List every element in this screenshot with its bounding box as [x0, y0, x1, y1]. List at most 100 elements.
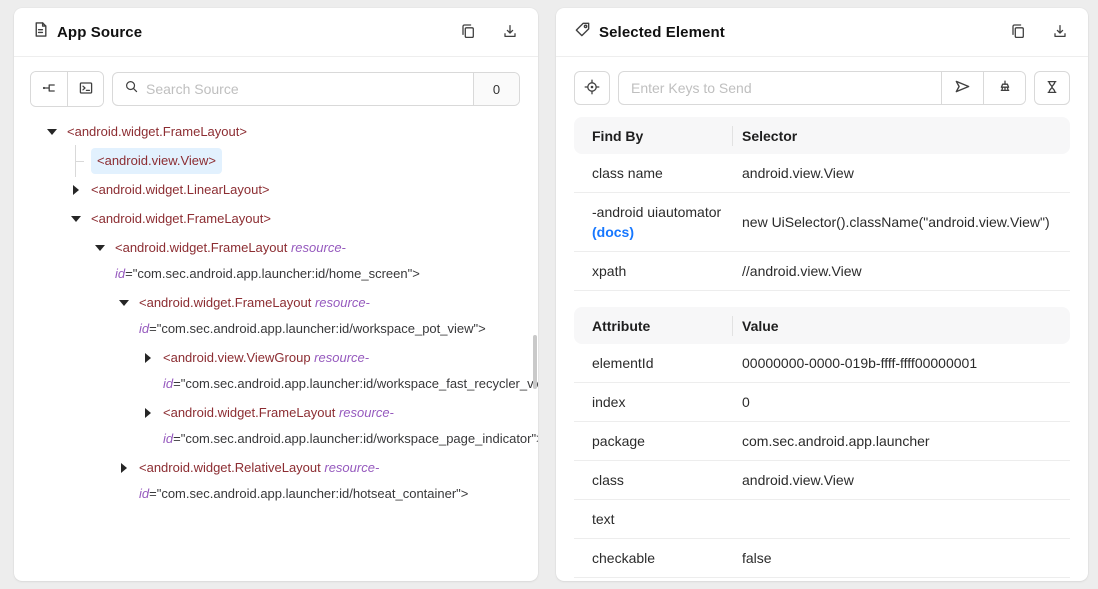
file-text-icon [32, 21, 49, 43]
app-source-title-wrap: App Source [32, 21, 458, 43]
docs-link[interactable]: (docs) [592, 224, 634, 240]
table-row: xpath //android.view.View [574, 252, 1070, 291]
selected-element-header: Selected Element [556, 8, 1088, 57]
selected-element-body: Find By Selector class name android.view… [556, 57, 1088, 581]
attribute-name: text [574, 509, 742, 529]
caret-down-icon[interactable] [88, 235, 112, 261]
download-icon [1052, 23, 1068, 42]
column-header: Find By [574, 128, 742, 144]
selected-element-actions [1008, 21, 1070, 44]
panel-title: App Source [57, 24, 142, 41]
column-header: Selector [742, 128, 1070, 144]
tag-icon [574, 21, 591, 43]
search-source-input[interactable] [146, 81, 462, 97]
source-code-button[interactable] [67, 72, 103, 106]
caret-right-icon[interactable] [136, 345, 160, 371]
table-row: elementId 00000000-0000-019b-ffff-ffff00… [574, 344, 1070, 383]
table-row: package com.sec.android.app.launcher [574, 422, 1070, 461]
find-by-label: xpath [574, 261, 742, 281]
terminal-icon [78, 80, 94, 99]
tree-node[interactable]: <android.widget.FrameLayout> [30, 206, 520, 232]
send-keys-group [618, 71, 1026, 105]
tree-node[interactable]: <android.widget.FrameLayout resource- id… [30, 235, 520, 287]
search-icon [124, 79, 139, 99]
attribute-value: com.sec.android.app.launcher [742, 431, 1070, 451]
source-toolbar-group [30, 71, 104, 107]
column-header: Attribute [574, 318, 742, 334]
attribute-value: 00000000-0000-019b-ffff-ffff00000001 [742, 353, 1070, 373]
caret-right-icon[interactable] [112, 455, 136, 481]
panel-title: Selected Element [599, 24, 725, 41]
copy-source-button[interactable] [458, 21, 478, 44]
caret-down-icon[interactable] [64, 206, 88, 232]
tree-node-selected[interactable]: <android.view.View> [30, 148, 520, 174]
find-by-table: Find By Selector class name android.view… [574, 117, 1070, 291]
send-keys-toolbar [574, 71, 1070, 105]
attribute-name: checkable [574, 548, 742, 568]
appium-inspector-page: App Source [0, 0, 1098, 589]
tree-branch-icon [41, 80, 57, 99]
table-row: checked false [574, 578, 1070, 581]
search-left [113, 73, 473, 105]
tree-node[interactable]: <android.widget.FrameLayout resource- id… [30, 400, 520, 452]
tree-node[interactable]: <android.widget.LinearLayout> [30, 177, 520, 203]
attribute-name: index [574, 392, 742, 412]
attribute-value: false [742, 548, 1070, 568]
download-source-button[interactable] [500, 21, 520, 44]
tree-node[interactable]: <android.widget.FrameLayout> [30, 119, 520, 145]
column-header: Value [742, 318, 1070, 334]
locate-element-button[interactable] [574, 71, 610, 105]
copy-icon [460, 23, 476, 42]
attribute-name: package [574, 431, 742, 451]
caret-right-icon[interactable] [136, 400, 160, 426]
copy-attributes-button[interactable] [1008, 21, 1028, 44]
clear-keys-button[interactable] [983, 72, 1025, 104]
selected-element-panel: Selected Element [556, 8, 1088, 581]
send-keys-input[interactable] [619, 72, 941, 104]
send-keys-button[interactable] [941, 72, 983, 104]
table-row: -android uiautomator (docs) new UiSelect… [574, 193, 1070, 252]
source-tree: <android.widget.FrameLayout> <android.vi… [30, 119, 520, 507]
caret-right-icon[interactable] [64, 177, 88, 203]
source-toolbar: 0 [30, 71, 520, 107]
hourglass-icon [1044, 79, 1060, 98]
leaf-line [64, 148, 88, 174]
attributes-table: Attribute Value elementId 00000000-0000-… [574, 307, 1070, 581]
find-by-label: -android uiautomator (docs) [574, 202, 742, 242]
attribute-name: class [574, 470, 742, 490]
attribute-name: elementId [574, 353, 742, 373]
download-icon [502, 23, 518, 42]
selector-value: //android.view.View [742, 261, 1070, 281]
selector-value: android.view.View [742, 163, 1070, 183]
caret-down-icon[interactable] [40, 119, 64, 145]
table-row: class name android.view.View [574, 154, 1070, 193]
toggle-attributes-button[interactable] [31, 72, 67, 106]
tree-node[interactable]: <android.widget.RelativeLayout resource-… [30, 455, 520, 507]
selected-element-title-wrap: Selected Element [574, 21, 1008, 43]
attributes-table-header: Attribute Value [574, 307, 1070, 344]
app-source-body: 0 <android.widget.FrameLayout> <android.… [14, 57, 538, 581]
attribute-value: 0 [742, 392, 1070, 412]
search-match-count: 0 [473, 73, 519, 105]
scrollbar-thumb[interactable] [533, 335, 537, 389]
attribute-value: android.view.View [742, 470, 1070, 490]
copy-icon [1010, 23, 1026, 42]
table-row: checkable false [574, 539, 1070, 578]
find-by-label: class name [574, 163, 742, 183]
caret-down-icon[interactable] [112, 290, 136, 316]
table-row: index 0 [574, 383, 1070, 422]
tree-node[interactable]: <android.view.ViewGroup resource- id="co… [30, 345, 520, 397]
search-source-box: 0 [112, 72, 520, 106]
selector-value: new UiSelector().className("android.view… [742, 212, 1070, 232]
app-source-header: App Source [14, 8, 538, 57]
broom-icon [997, 79, 1013, 98]
table-row: text [574, 500, 1070, 539]
crosshair-icon [584, 79, 600, 98]
tree-node[interactable]: <android.widget.FrameLayout resource- id… [30, 290, 520, 342]
table-row: class android.view.View [574, 461, 1070, 500]
app-source-actions [458, 21, 520, 44]
wait-timeout-button[interactable] [1034, 71, 1070, 105]
app-source-panel: App Source [14, 8, 538, 581]
download-attributes-button[interactable] [1050, 21, 1070, 44]
paper-plane-icon [954, 78, 971, 98]
